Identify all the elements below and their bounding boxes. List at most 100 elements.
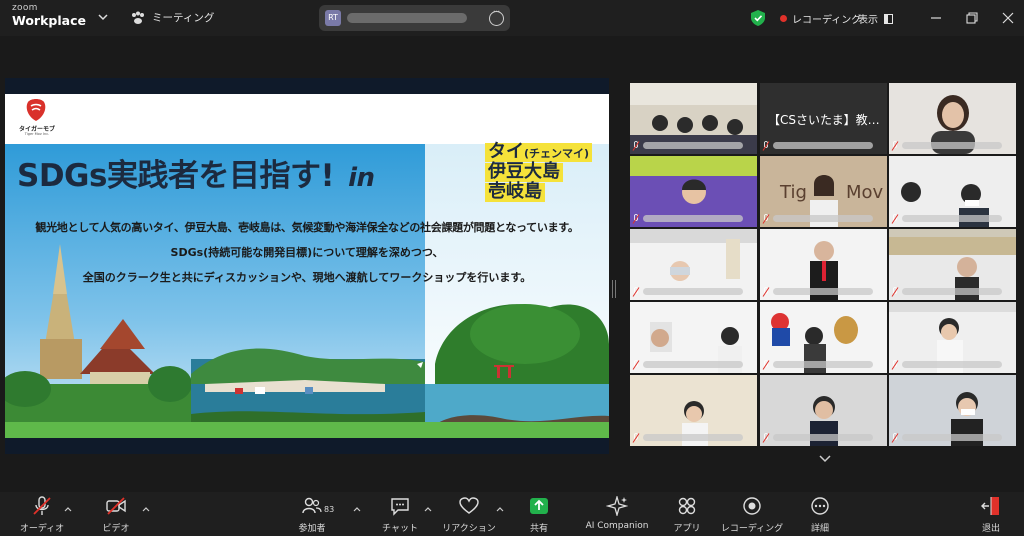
participant-name: [773, 361, 873, 368]
participant-tile[interactable]: [630, 375, 757, 446]
logo-subtext: Tiger Mov Inc.: [24, 132, 50, 136]
meeting-info-bar[interactable]: RT: [319, 5, 510, 31]
participant-name: [773, 215, 873, 222]
microphone-muted-icon: [632, 432, 640, 443]
participant-display-text: 【CSさいたま】教…: [768, 113, 880, 127]
participants-options-caret-icon[interactable]: [353, 506, 361, 512]
microphone-muted-icon: [762, 432, 770, 443]
audio-options-caret-icon[interactable]: [64, 506, 72, 512]
participant-name: [773, 288, 873, 295]
restore-button[interactable]: [962, 8, 982, 28]
meeting-toolbar: オーディオ ビデオ 参加者 83 チャット リアクション 共有 AI Compa…: [0, 492, 1024, 536]
gallery-scroll-down-icon[interactable]: [818, 454, 832, 464]
apps-label: アプリ: [673, 524, 701, 534]
participant-gallery: 【CSさいたま】教… Tig Mov: [630, 83, 1016, 446]
participants-count: 83: [324, 505, 335, 514]
participant-tile[interactable]: [630, 156, 757, 227]
recording-indicator[interactable]: レコーディング: [780, 11, 861, 26]
chat-icon: [391, 498, 409, 516]
audio-button[interactable]: オーディオ: [18, 496, 66, 534]
participant-tile[interactable]: [889, 156, 1016, 227]
participant-name-tag: [891, 359, 1002, 370]
microphone-muted-icon: [632, 359, 640, 370]
video-off-icon: [106, 497, 126, 515]
recording-status: レコーディング: [792, 15, 862, 26]
headline-in: in: [348, 163, 375, 193]
recording-label: レコーディング: [720, 524, 784, 534]
participant-tile[interactable]: [760, 229, 887, 300]
participant-name: [902, 142, 1002, 149]
svg-text:Mov: Mov: [846, 182, 884, 203]
participant-tile[interactable]: 【CSさいたま】教…: [760, 83, 887, 154]
microphone-muted-icon: [891, 213, 899, 224]
participant-name: [643, 142, 743, 149]
audio-label: オーディオ: [19, 524, 65, 534]
logo-line2: Workplace: [12, 13, 86, 28]
more-button[interactable]: 詳細: [804, 496, 836, 534]
participant-tile[interactable]: [630, 83, 757, 154]
apps-button[interactable]: アプリ: [670, 496, 704, 534]
reactions-options-caret-icon[interactable]: [496, 506, 504, 512]
microphone-muted-icon: [632, 286, 640, 297]
splitter-handle[interactable]: [612, 280, 616, 298]
participant-tile[interactable]: [889, 83, 1016, 154]
participant-name-tag: [762, 286, 873, 297]
microphone-muted-icon: [762, 213, 770, 224]
participants-label: 参加者: [298, 524, 326, 534]
ai-companion-button[interactable]: AI Companion: [582, 496, 652, 534]
participant-tile[interactable]: [630, 302, 757, 373]
meeting-menu[interactable]: ミーティング: [130, 10, 214, 25]
participant-name: [643, 434, 743, 441]
slide-lead-line3: 全国のクラーク生と共にディスカッションや、現地へ渡航してワークショップを行います…: [82, 271, 532, 284]
microphone-muted-icon: [891, 432, 899, 443]
participant-tile[interactable]: [889, 302, 1016, 373]
security-shield-icon[interactable]: [751, 10, 765, 26]
destination-izu-oshima: 伊豆大島: [485, 162, 563, 182]
share-button[interactable]: 共有: [518, 496, 560, 534]
participant-name-tag: [891, 213, 1002, 224]
chevron-down-icon[interactable]: [96, 10, 110, 24]
participant-name-tag: [891, 140, 1002, 151]
participant-name: [902, 288, 1002, 295]
close-button[interactable]: [998, 8, 1018, 28]
recording-button[interactable]: レコーディング: [720, 496, 784, 534]
leave-button[interactable]: 退出: [975, 496, 1007, 534]
view-menu[interactable]: 表示: [858, 11, 893, 26]
participant-name-tag: [632, 432, 743, 443]
more-options-icon[interactable]: [489, 7, 504, 26]
tiger-mov-logo: タイガーモブ Tiger Mov Inc.: [15, 98, 59, 140]
participant-tile[interactable]: [889, 229, 1016, 300]
video-label: ビデオ: [102, 524, 130, 534]
participant-name-tag: [632, 286, 743, 297]
video-button[interactable]: ビデオ: [92, 496, 140, 534]
share-screen-icon: [530, 498, 548, 514]
host-avatar: RT: [325, 10, 341, 26]
zoom-meeting-window: zoom Workplace ミーティング RT レコーディング 表示: [0, 0, 1024, 536]
ai-companion-label: AI Companion: [585, 521, 649, 531]
participant-name: [902, 434, 1002, 441]
participant-tile[interactable]: [760, 302, 887, 373]
participant-tile[interactable]: [889, 375, 1016, 446]
participant-tile[interactable]: [630, 229, 757, 300]
chat-button[interactable]: チャット: [374, 496, 426, 534]
participants-button[interactable]: 参加者: [286, 496, 338, 534]
microphone-muted-icon: [33, 496, 51, 515]
sparkle-icon: [606, 496, 628, 516]
minimize-button[interactable]: [926, 8, 946, 28]
shared-screen[interactable]: タイガーモブ Tiger Mov Inc. SDGs実践者を目指す! in タイ(…: [5, 78, 609, 454]
participant-name-tag: [632, 359, 743, 370]
chat-options-caret-icon[interactable]: [424, 506, 432, 512]
microphone-muted-icon: [632, 140, 640, 151]
participant-tile[interactable]: Tig Mov: [760, 156, 887, 227]
reactions-button[interactable]: リアクション: [440, 496, 498, 534]
participant-name: [643, 288, 743, 295]
chat-label: チャット: [382, 524, 418, 534]
zoom-workplace-logo[interactable]: zoom Workplace: [12, 4, 86, 28]
participant-tile[interactable]: [760, 375, 887, 446]
video-options-caret-icon[interactable]: [142, 506, 150, 512]
destination-iki: 壱岐島: [485, 182, 545, 202]
participant-name: [643, 361, 743, 368]
participant-name-tag: [762, 213, 873, 224]
participant-name-tag: [762, 432, 873, 443]
logo-line1: zoom: [12, 3, 38, 13]
